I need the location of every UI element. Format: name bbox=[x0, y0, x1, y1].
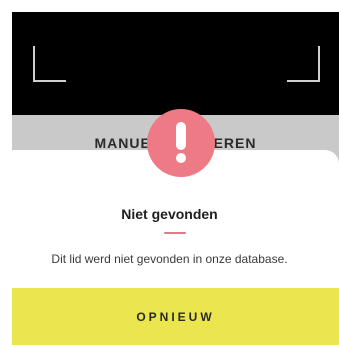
scan-frame-corner-bottom-left bbox=[33, 46, 66, 82]
title-underline bbox=[164, 232, 186, 234]
exclamation-icon bbox=[147, 109, 215, 177]
retry-button-label: OPNIEUW bbox=[136, 309, 215, 324]
retry-button[interactable]: OPNIEUW bbox=[12, 288, 339, 345]
exclamation-glyph bbox=[176, 122, 186, 163]
scan-frame-corner-bottom-right bbox=[287, 46, 320, 82]
scanner-screen: MANUEEL INVOEREN Niet gevonden Dit lid w… bbox=[0, 0, 339, 345]
dialog-message: Dit lid werd niet gevonden in onze datab… bbox=[51, 252, 288, 266]
camera-viewfinder bbox=[12, 12, 339, 115]
dialog-title: Niet gevonden bbox=[121, 206, 218, 222]
